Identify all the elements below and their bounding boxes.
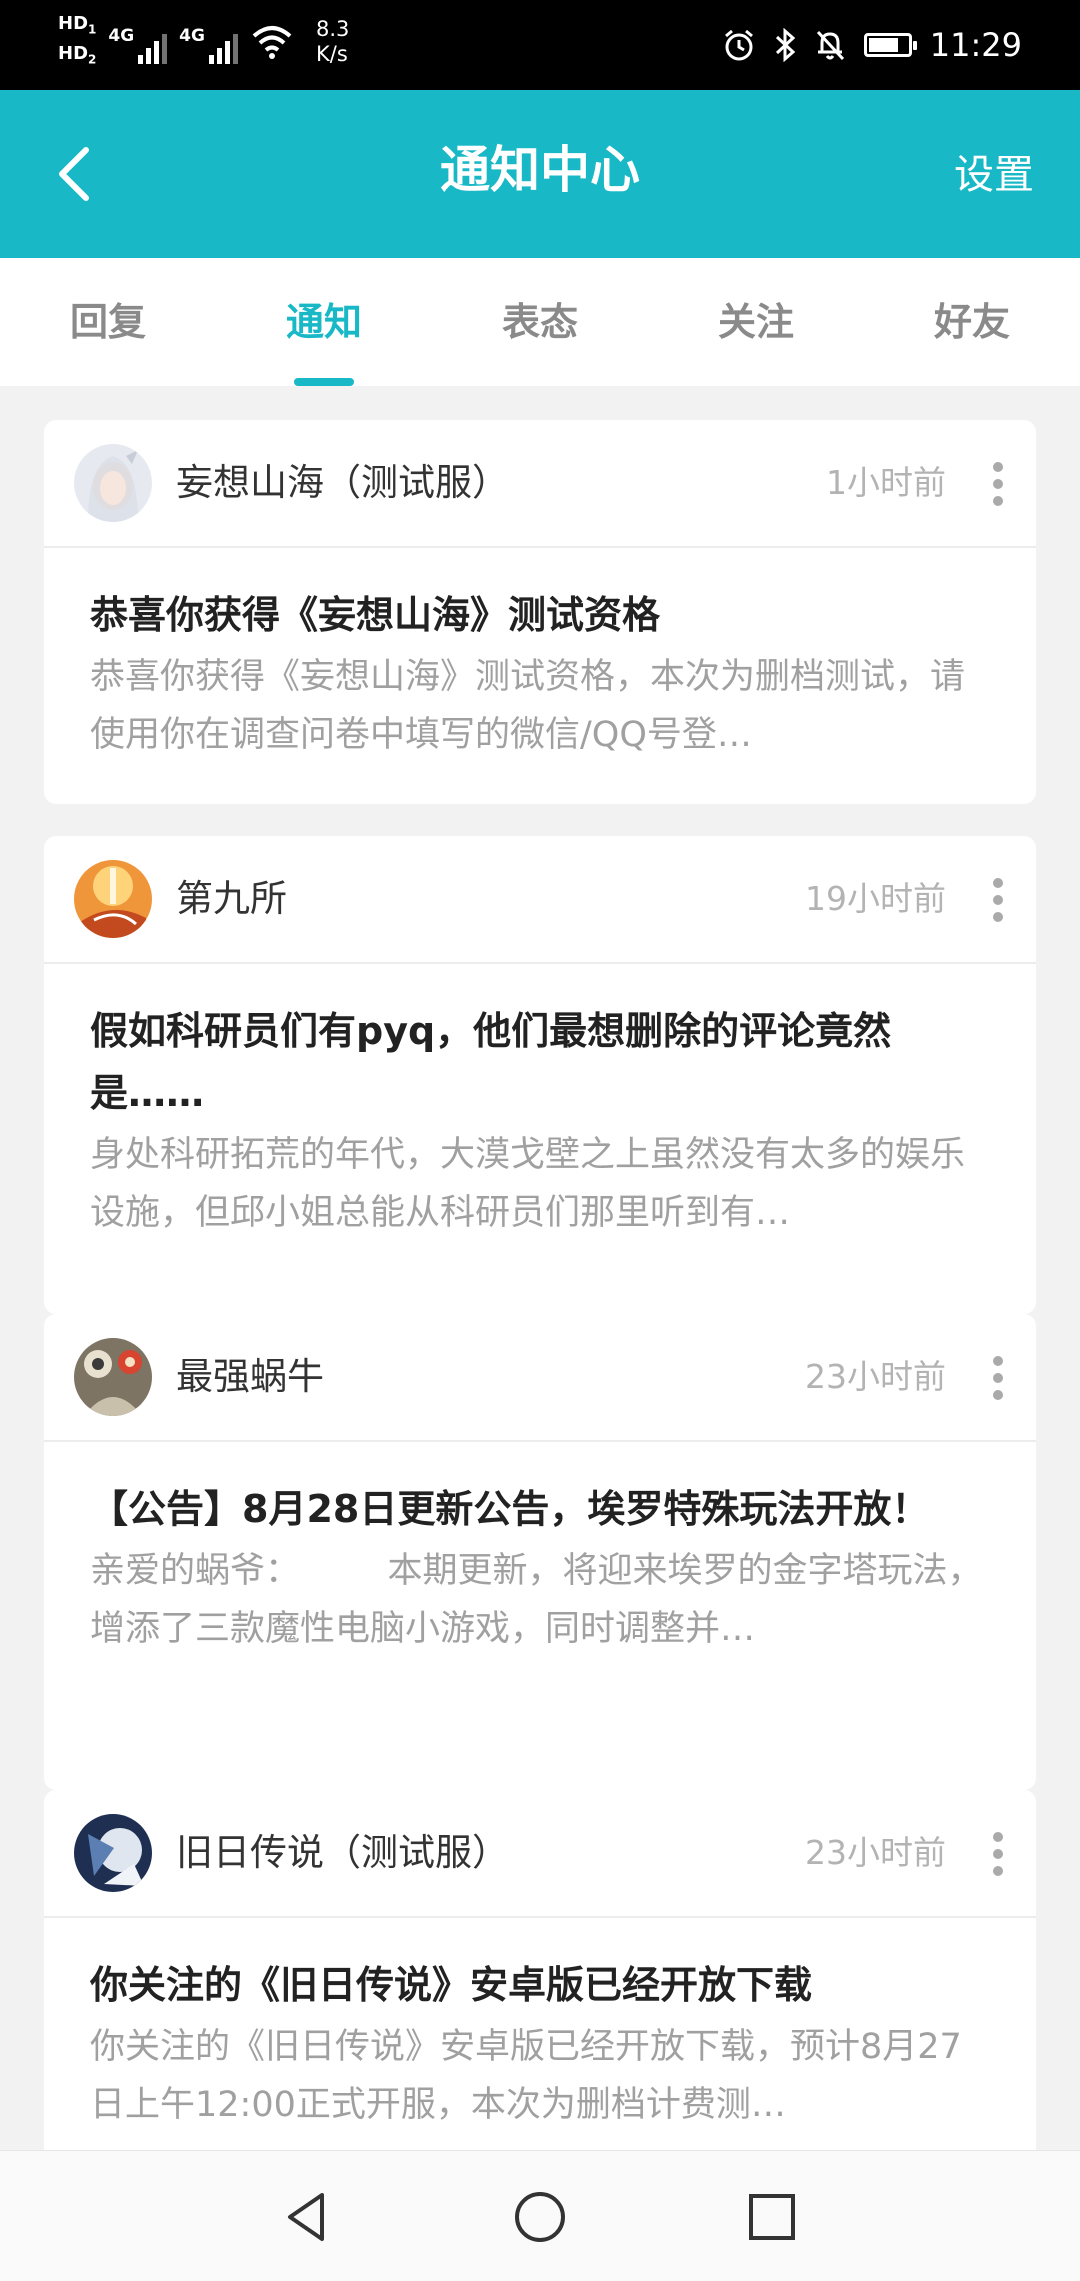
tab-label: 关注 [717,300,794,344]
card-body: 【公告】8月28日更新公告，埃罗特殊玩法开放！ 亲爱的蜗爷： 本期更新，将迎来埃… [44,1442,1036,1658]
system-nav-bar [0,2150,1080,2281]
notification-title: 【公告】8月28日更新公告，埃罗特殊玩法开放！ [90,1487,930,1531]
hd-indicators: HD1 HD2 [58,14,96,69]
notification-summary: 亲爱的蜗爷： 本期更新，将迎来埃罗的金字塔玩法，增添了三款魔性电脑小游戏，同时调… [90,1551,983,1649]
more-vert-icon[interactable] [988,1832,1008,1876]
hd1-label: HD1 [58,13,97,37]
tab-bar: 回复 通知 表态 关注 好友 [0,258,1080,386]
notification-title: 恭喜你获得《妄想山海》测试资格 [90,593,661,637]
card-body: 恭喜你获得《妄想山海》测试资格 恭喜你获得《妄想山海》测试资格，本次为删档测试，… [44,548,1036,764]
tab-replies[interactable]: 回复 [0,258,216,386]
sender-name: 最强蜗牛 [176,1355,324,1398]
more-vert-icon[interactable] [988,878,1008,922]
square-recents-icon[interactable] [744,2189,800,2245]
network-speed: 8.3 K/s [315,16,350,66]
card-body: 你关注的《旧日传说》安卓版已经开放下载 你关注的《旧日传说》安卓版已经开放下载，… [44,1918,1036,2134]
tab-label: 通知 [285,300,362,344]
circle-home-icon[interactable] [512,2189,568,2245]
status-left: HD1 HD2 4G 4G 8.3 K/s [58,14,349,69]
notification-summary: 你关注的《旧日传说》安卓版已经开放下载，预计8月27日上午12:00正式开服，本… [90,2027,962,2125]
page-title: 通知中心 [440,141,640,199]
card-body: 假如科研员们有pyq，他们最想删除的评论竟然是…… 身处科研拓荒的年代，大漠戈壁… [44,964,1036,1242]
tab-label: 表态 [501,300,578,344]
sender-name: 旧日传说（测试服） [176,1831,509,1874]
notification-summary: 身处科研拓荒的年代，大漠戈壁之上虽然没有太多的娱乐设施，但邱小姐总能从科研员们那… [90,1135,966,1233]
notification-time: 23小时前 [805,1833,946,1872]
clock: 11:29 [929,26,1022,64]
tab-following[interactable]: 关注 [648,258,864,386]
card-header: 第九所 19小时前 [44,836,1036,964]
notification-time: 23小时前 [805,1357,946,1396]
signal-2-icon: 4G [179,20,238,64]
notification-title: 你关注的《旧日传说》安卓版已经开放下载 [90,1963,813,2007]
more-vert-icon[interactable] [988,462,1008,506]
hd2-label: HD2 [58,42,97,67]
bluetooth-icon [775,28,796,62]
tab-friends[interactable]: 好友 [864,258,1080,386]
sender-name: 第九所 [176,877,287,920]
card-header: 最强蜗牛 23小时前 [44,1314,1036,1442]
tab-notifications[interactable]: 通知 [216,258,432,386]
tab-label: 回复 [69,300,146,344]
notification-time: 19小时前 [805,879,946,918]
status-right: 11:29 [722,0,1022,90]
sender-name: 妄想山海（测试服） [176,461,509,504]
tab-label: 好友 [933,300,1010,344]
avatar[interactable] [74,860,152,938]
wifi-icon [252,25,292,59]
triangle-back-icon[interactable] [280,2189,336,2245]
card-header: 妄想山海（测试服） 1小时前 [44,420,1036,548]
notification-card[interactable]: 妄想山海（测试服） 1小时前 恭喜你获得《妄想山海》测试资格 恭喜你获得《妄想山… [44,420,1036,804]
notification-card[interactable]: 第九所 19小时前 假如科研员们有pyq，他们最想删除的评论竟然是…… 身处科研… [44,836,1036,1314]
notification-card[interactable]: 最强蜗牛 23小时前 【公告】8月28日更新公告，埃罗特殊玩法开放！ 亲爱的蜗爷… [44,1314,1036,1790]
alarm-icon [724,29,753,61]
status-bar: HD1 HD2 4G 4G 8.3 K/s 11:29 [0,0,1080,90]
card-header: 旧日传说（测试服） 23小时前 [44,1790,1036,1918]
avatar[interactable] [74,1814,152,1892]
notification-list[interactable]: 妄想山海（测试服） 1小时前 恭喜你获得《妄想山海》测试资格 恭喜你获得《妄想山… [0,386,1080,2150]
app-header: 通知中心 设置 [0,90,1080,258]
notification-summary: 恭喜你获得《妄想山海》测试资格，本次为删档测试，请使用你在调查问卷中填写的微信/… [90,657,966,755]
notification-time: 1小时前 [826,463,946,502]
tab-reactions[interactable]: 表态 [432,258,648,386]
active-tab-indicator [294,378,354,386]
avatar[interactable] [74,1338,152,1416]
notification-card[interactable]: 旧日传说（测试服） 23小时前 你关注的《旧日传说》安卓版已经开放下载 你关注的… [44,1790,1036,2150]
signal-1-icon: 4G [108,20,168,64]
notification-title: 假如科研员们有pyq，他们最想删除的评论竟然是…… [90,1009,892,1115]
settings-button[interactable]: 设置 [954,140,1034,210]
more-vert-icon[interactable] [988,1356,1008,1400]
avatar[interactable] [74,444,152,522]
battery-icon [863,33,917,57]
mute-bell-icon [816,30,844,61]
